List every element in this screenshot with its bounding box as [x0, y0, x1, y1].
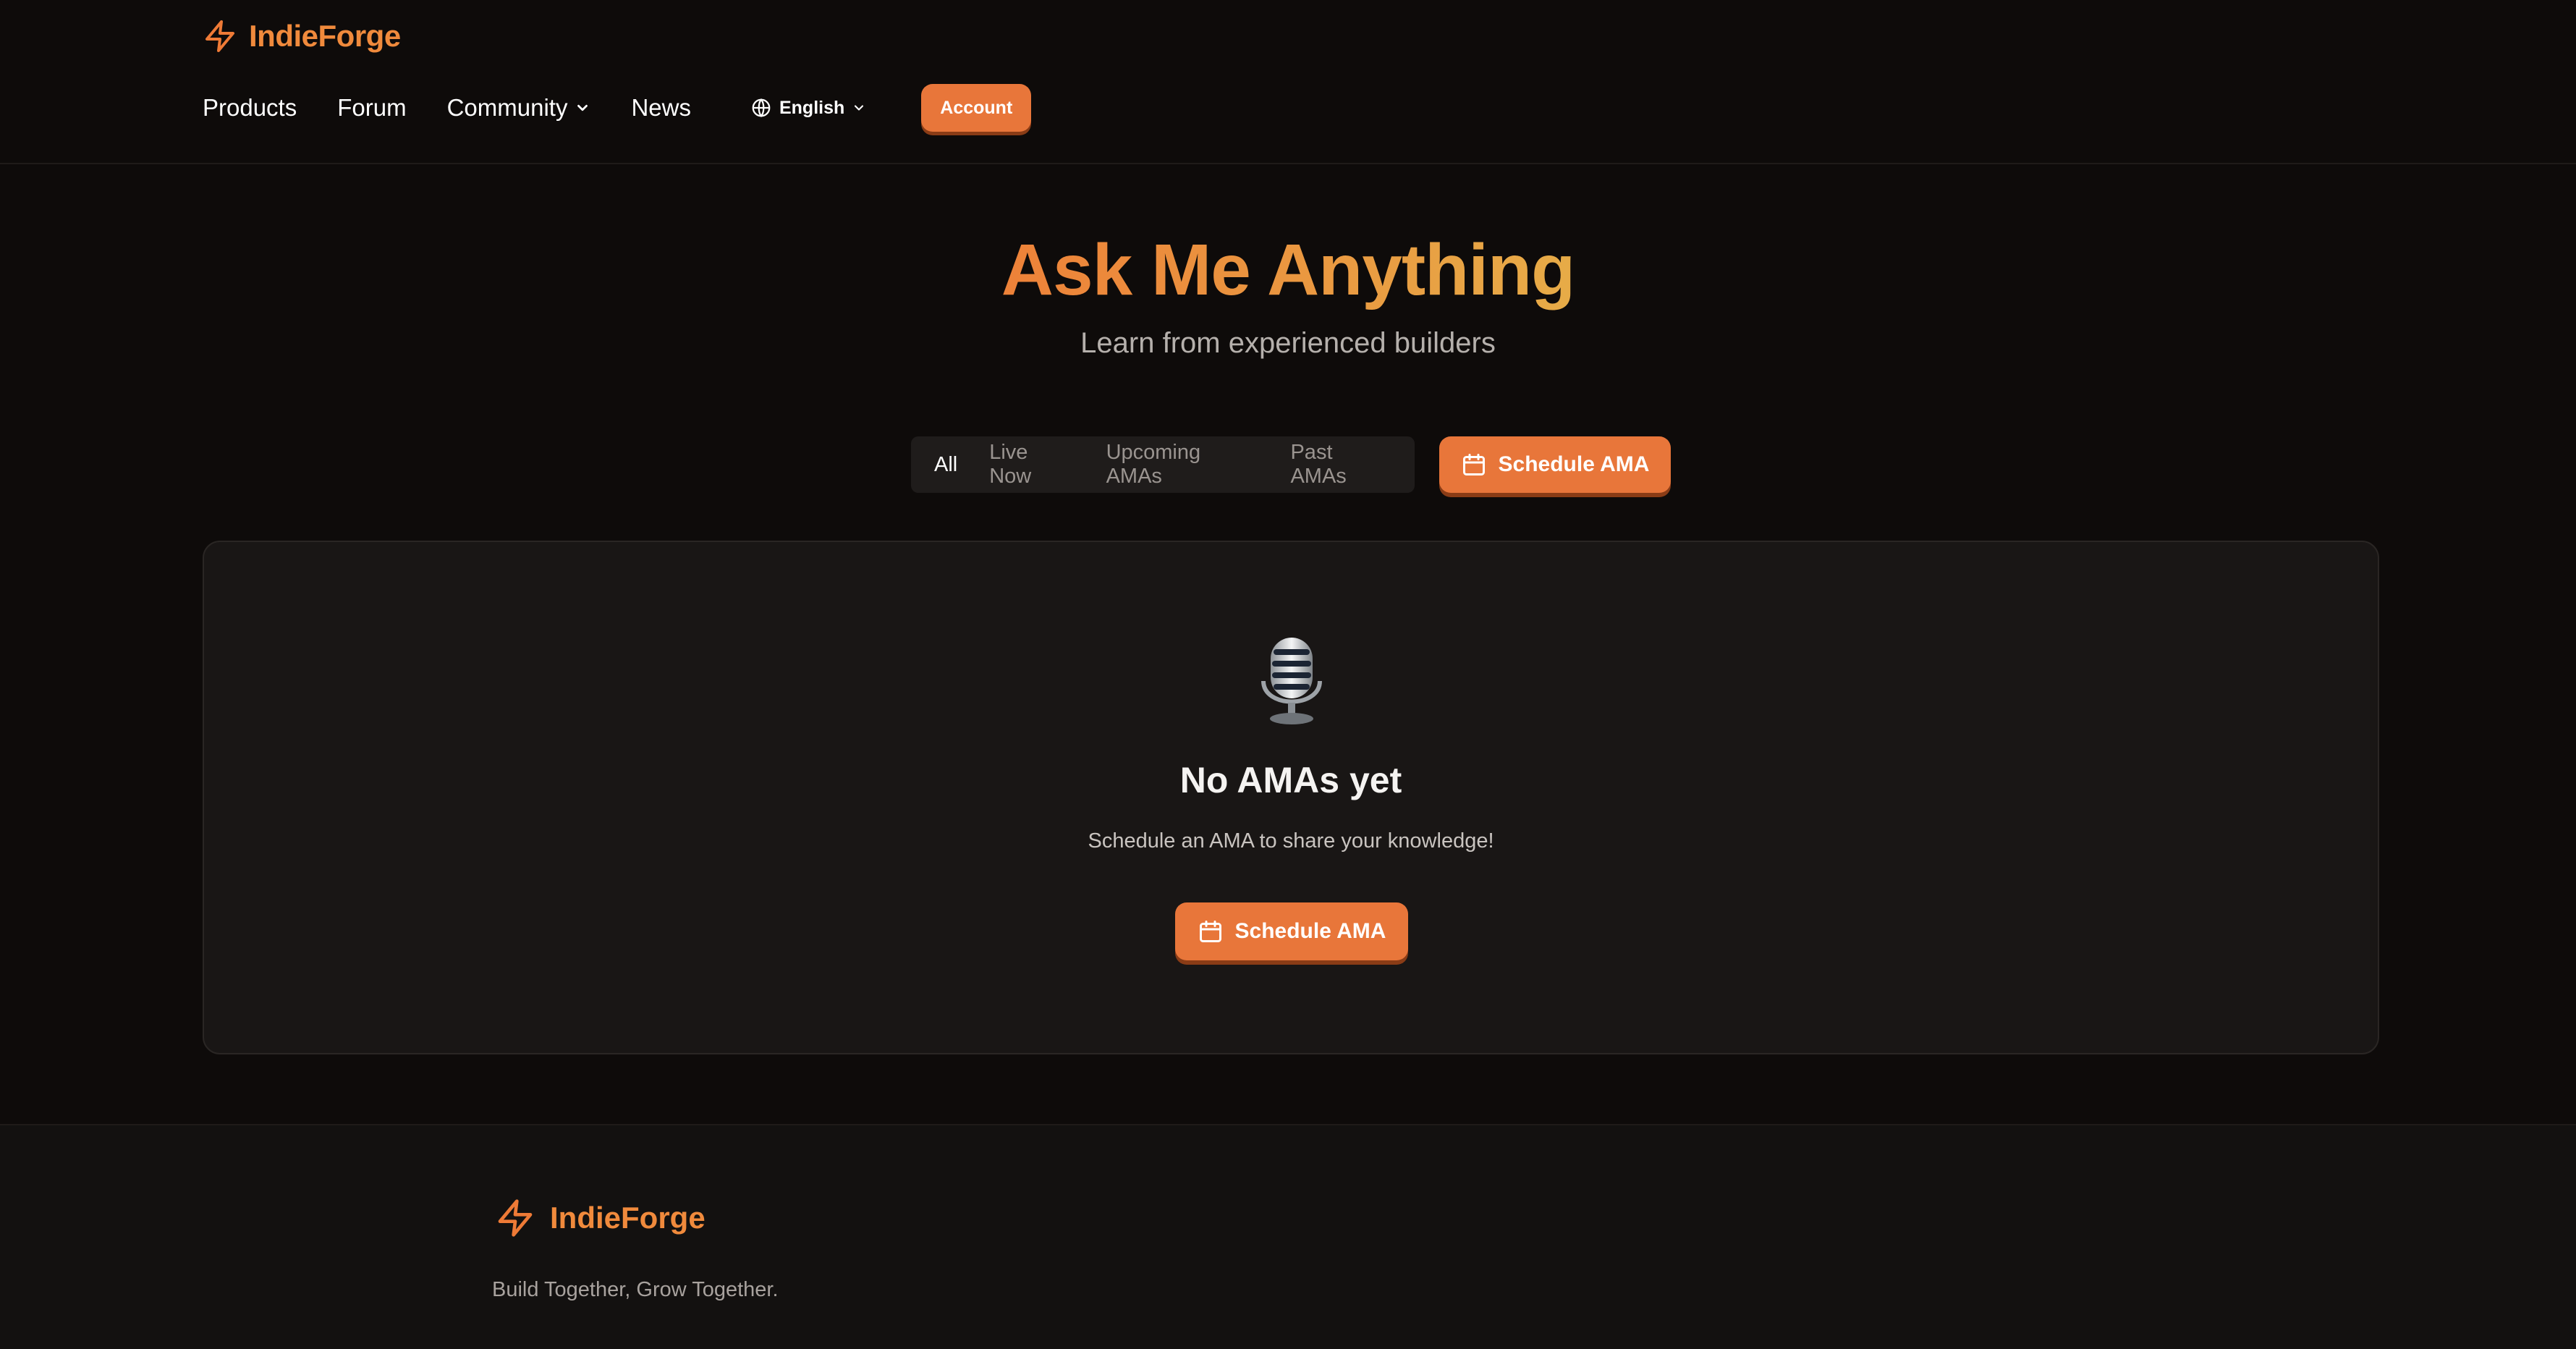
- tab-upcoming-amas[interactable]: Upcoming AMAs: [1090, 441, 1275, 488]
- schedule-ama-label: Schedule AMA: [1498, 452, 1650, 476]
- nav-community[interactable]: Community: [447, 94, 591, 122]
- footer-brand[interactable]: IndieForge: [495, 1198, 706, 1238]
- language-selector[interactable]: English: [750, 97, 866, 119]
- footer-brand-name: IndieForge: [550, 1201, 706, 1235]
- ama-filter-tabs: All Live Now Upcoming AMAs Past AMAs: [911, 436, 1415, 493]
- tab-live-now[interactable]: Live Now: [973, 441, 1090, 488]
- page-title: Ask Me Anything: [0, 223, 2576, 317]
- page: IndieForge Products Forum Community News…: [0, 0, 2576, 1349]
- nav-products[interactable]: Products: [203, 94, 297, 122]
- brand-logo[interactable]: IndieForge: [203, 14, 401, 58]
- nav-community-label: Community: [446, 94, 568, 121]
- brand-name: IndieForge: [249, 19, 401, 53]
- tab-past-amas[interactable]: Past AMAs: [1274, 441, 1407, 488]
- globe-icon: [752, 98, 771, 117]
- schedule-ama-empty-button[interactable]: Schedule AMA: [1175, 902, 1408, 960]
- main-nav: Products Forum Community News English Ac…: [203, 83, 1032, 132]
- calendar-icon: [1462, 454, 1485, 475]
- schedule-ama-button[interactable]: Schedule AMA: [1439, 436, 1671, 493]
- footer-tagline: Build Together, Grow Together.: [492, 1278, 779, 1301]
- microphone-icon: [1261, 638, 1322, 724]
- chevron-down-icon: [577, 104, 588, 111]
- empty-state-message: Schedule an AMA to share your knowledge!: [1088, 829, 1494, 853]
- language-label: English: [779, 97, 845, 118]
- lightning-bolt-icon: [206, 20, 234, 52]
- nav-forum[interactable]: Forum: [337, 94, 406, 122]
- empty-state-card: No AMAs yet Schedule an AMA to share you…: [203, 541, 2379, 1054]
- site-header: IndieForge Products Forum Community News…: [0, 0, 2576, 164]
- schedule-ama-empty-label: Schedule AMA: [1234, 919, 1386, 943]
- lightning-bolt-icon: [498, 1199, 533, 1237]
- site-footer: IndieForge Build Together, Grow Together…: [0, 1124, 2576, 1349]
- calendar-icon: [1199, 921, 1221, 942]
- page-subtitle: Learn from experienced builders: [1080, 327, 1496, 359]
- account-button[interactable]: Account: [921, 84, 1032, 132]
- chevron-down-icon: [855, 105, 864, 111]
- tab-all[interactable]: All: [918, 443, 973, 486]
- empty-state-title: No AMAs yet: [1179, 760, 1402, 800]
- nav-news[interactable]: News: [631, 94, 691, 122]
